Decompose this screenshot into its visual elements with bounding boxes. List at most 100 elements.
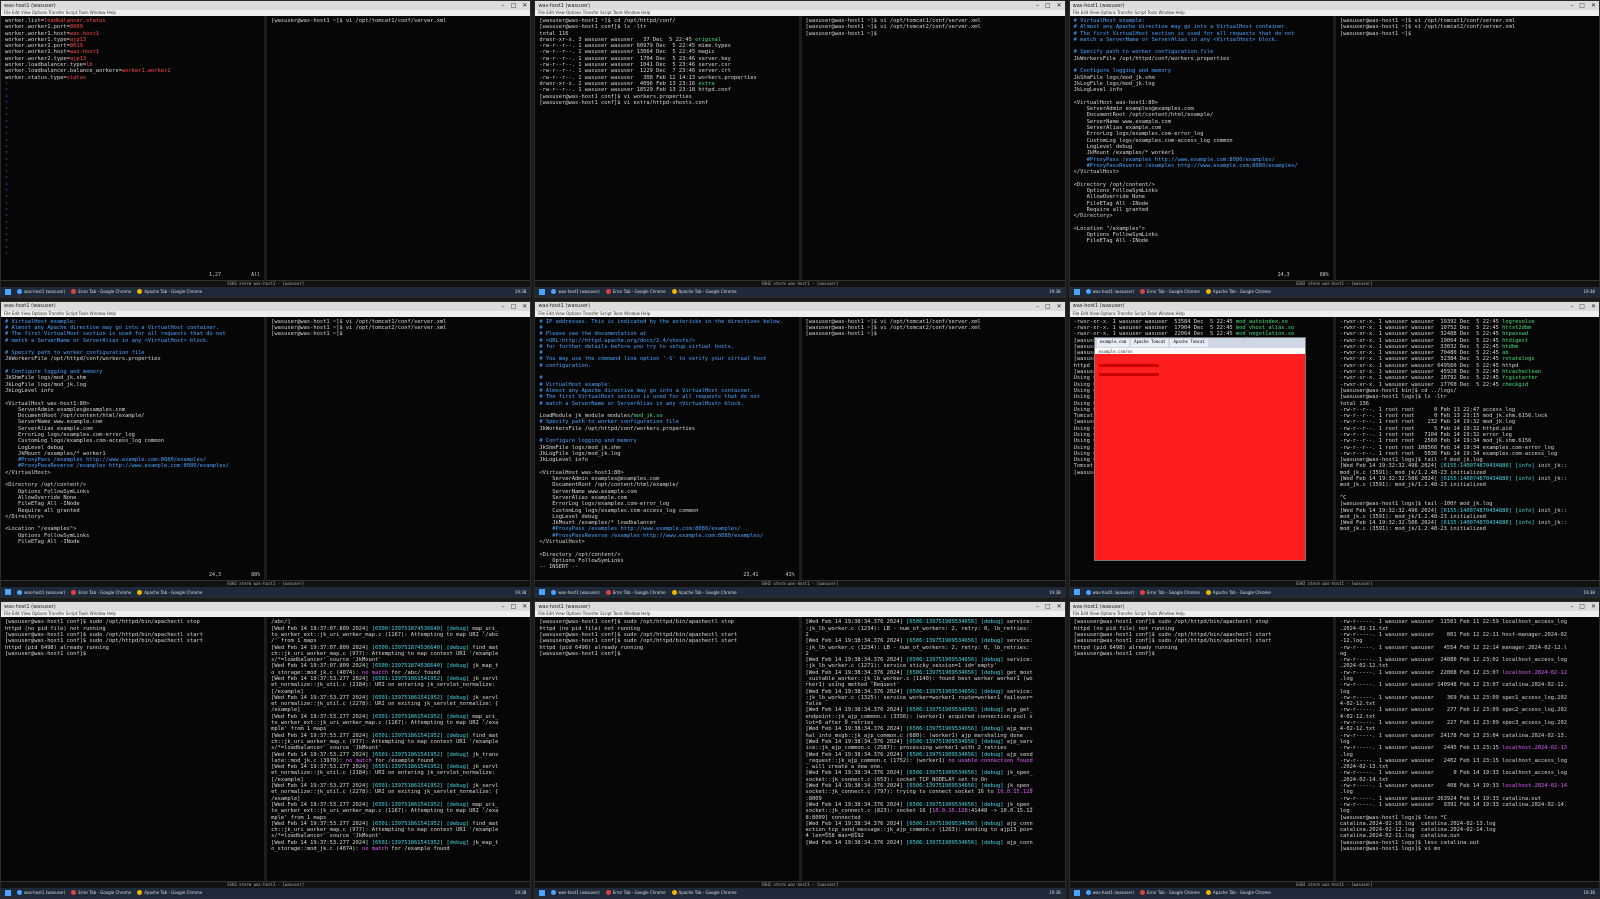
maximize-icon[interactable]: □	[1045, 603, 1051, 610]
minimize-icon[interactable]: –	[1036, 2, 1039, 9]
taskbar-item[interactable]: was-host1 (wasuser)	[551, 890, 600, 896]
terminal-pane[interactable]: # VirtualHost example: # Almost any Apac…	[1069, 16, 1333, 280]
start-icon[interactable]	[1073, 889, 1080, 896]
terminal-pane[interactable]: # VirtualHost example: # Almost any Apac…	[1, 316, 265, 581]
minimize-icon[interactable]: –	[502, 603, 505, 610]
browser-tab[interactable]: Apache Tomcat	[1170, 338, 1208, 347]
window-titlebar[interactable]: was-host1 (wasuser) – □ ✕	[1, 1, 531, 10]
start-icon[interactable]	[5, 589, 11, 596]
terminal-pane[interactable]: -rw-r-----. 1 wasuser wasuser 11501 Feb …	[1335, 617, 1599, 881]
terminal-window[interactable]: was-host1 (wasuser) – □ ✕ File Edit View Opt…	[534, 300, 1066, 599]
taskbar-item[interactable]: was-host1 (wasuser)	[551, 589, 600, 595]
taskbar-item[interactable]: Error Tab - Google Chrome	[71, 589, 131, 595]
close-icon[interactable]: ✕	[1591, 303, 1596, 310]
maximize-icon[interactable]: □	[511, 303, 517, 310]
close-icon[interactable]: ✕	[522, 303, 527, 310]
browser-page-content[interactable]	[1094, 353, 1305, 560]
start-icon[interactable]	[539, 288, 546, 295]
taskbar-item[interactable]: Apache Tab - Google Chrome	[1205, 890, 1271, 896]
taskbar-item[interactable]: Error Tab - Google Chrome	[1140, 289, 1200, 295]
taskbar-item[interactable]: was-host1 (wasuser)	[1085, 890, 1134, 896]
taskbar-item[interactable]: was-host1 (wasuser)	[551, 289, 600, 295]
terminal-window[interactable]: was-host1 (wasuser) – □ ✕ File Edit View Opt…	[0, 300, 532, 599]
taskbar-item[interactable]: Error Tab - Google Chrome	[71, 890, 131, 896]
taskbar-item[interactable]: Error Tab - Google Chrome	[605, 890, 666, 896]
terminal-window[interactable]: was-host1 (wasuser) – □ ✕ File Edit View Opt…	[1068, 601, 1600, 899]
taskbar-item[interactable]: Apache Tab - Google Chrome	[671, 289, 737, 295]
terminal-window[interactable]: was-host1 (wasuser) – □ ✕ File Edit View Opt…	[0, 601, 532, 899]
browser-window[interactable]: example.com Apache Tomcat Apache Tomcat exa…	[1093, 336, 1306, 561]
window-controls[interactable]: – □ ✕	[502, 603, 528, 610]
taskbar-item[interactable]: Error Tab - Google Chrome	[605, 589, 666, 595]
terminal-pane[interactable]: [wasuser@was-host1 ~]$ vi /opt/tomcat1/c…	[801, 16, 1065, 280]
close-icon[interactable]: ✕	[1057, 303, 1062, 310]
terminal-pane[interactable]: [wasuser@was-host1 conf]$ sudo /opt/http…	[1, 617, 265, 881]
terminal-pane[interactable]: -rwxr-xr-x. 1 wasuser wasuser 53584 Dec …	[1069, 316, 1333, 581]
taskbar-item[interactable]: Apache Tab - Google Chrome	[137, 589, 202, 595]
browser-tab[interactable]: example.com	[1096, 338, 1130, 347]
terminal-pane[interactable]: worker.list=loadbalancer,status worker.w…	[1, 16, 265, 280]
start-icon[interactable]	[5, 889, 11, 896]
window-titlebar[interactable]: was-host1 (wasuser) – □ ✕	[1, 301, 531, 311]
terminal-pane[interactable]: [wasuser@was-host1 ~]$ vi /opt/tomcat1/c…	[801, 316, 1065, 581]
window-controls[interactable]: – □ ✕	[1570, 603, 1596, 610]
terminal-pane[interactable]: [wasuser@was-host1 ~]$ vi /opt/tomcat1/c…	[1335, 16, 1599, 280]
taskbar[interactable]: was-host1 (wasuser) Error Tab - Google Ch…	[1069, 887, 1599, 898]
window-controls[interactable]: – □ ✕	[1036, 303, 1062, 310]
close-icon[interactable]: ✕	[522, 2, 527, 9]
taskbar-item[interactable]: Error Tab - Google Chrome	[1140, 890, 1200, 896]
close-icon[interactable]: ✕	[1057, 603, 1062, 610]
window-controls[interactable]: – □ ✕	[502, 303, 528, 310]
close-icon[interactable]: ✕	[1057, 2, 1062, 9]
taskbar-item[interactable]: Error Tab - Google Chrome	[605, 289, 666, 295]
maximize-icon[interactable]: □	[1579, 2, 1585, 9]
taskbar-item[interactable]: was-host1 (wasuser)	[17, 890, 65, 896]
taskbar-item[interactable]: was-host1 (wasuser)	[1085, 589, 1134, 595]
terminal-window[interactable]: was-host1 (wasuser) – □ ✕ File Edit View Opt…	[534, 601, 1066, 899]
start-icon[interactable]	[1073, 288, 1080, 295]
window-titlebar[interactable]: was-host1 (wasuser) – □ ✕	[1, 602, 531, 612]
window-controls[interactable]: – □ ✕	[1036, 2, 1062, 9]
taskbar-item[interactable]: was-host1 (wasuser)	[1085, 289, 1134, 295]
terminal-pane[interactable]: # IP addresses. This is indicated by the…	[535, 316, 799, 581]
start-icon[interactable]	[5, 288, 11, 295]
minimize-icon[interactable]: –	[1570, 303, 1573, 310]
window-titlebar[interactable]: was-host1 (wasuser) – □ ✕	[1069, 602, 1599, 612]
close-icon[interactable]: ✕	[522, 603, 527, 610]
maximize-icon[interactable]: □	[1045, 303, 1051, 310]
close-icon[interactable]: ✕	[1591, 2, 1596, 9]
window-controls[interactable]: – □ ✕	[1036, 603, 1062, 610]
taskbar-item[interactable]: Apache Tab - Google Chrome	[1205, 589, 1271, 595]
minimize-icon[interactable]: –	[1036, 603, 1039, 610]
window-controls[interactable]: – □ ✕	[502, 2, 528, 9]
window-titlebar[interactable]: was-host1 (wasuser) – □ ✕	[1069, 1, 1599, 10]
taskbar-item[interactable]: Apache Tab - Google Chrome	[671, 589, 737, 595]
window-titlebar[interactable]: was-host1 (wasuser) – □ ✕	[535, 1, 1065, 10]
taskbar[interactable]: was-host1 (wasuser) Error Tab - Google Ch…	[1069, 587, 1599, 598]
terminal-window[interactable]: was-host1 (wasuser) – □ ✕ File Edit View Opt…	[1068, 300, 1600, 599]
minimize-icon[interactable]: –	[502, 303, 505, 310]
terminal-pane[interactable]: /abc/] [Wed Feb 14 19:37:07.809 2024] [6…	[267, 617, 531, 881]
taskbar[interactable]: was-host1 (wasuser) Error Tab - Google Ch…	[1, 887, 531, 898]
browser-tab[interactable]: Apache Tomcat	[1131, 338, 1169, 347]
terminal-pane[interactable]: -rwxr-xr-x. 1 wasuser wasuser 19392 Dec …	[1335, 316, 1599, 581]
close-icon[interactable]: ✕	[1591, 603, 1596, 610]
terminal-window[interactable]: was-host1 (wasuser) – □ ✕ File Edit View Opt…	[534, 0, 1066, 298]
taskbar-item[interactable]: Apache Tab - Google Chrome	[137, 890, 202, 896]
start-icon[interactable]	[1073, 589, 1080, 596]
terminal-pane[interactable]: [wasuser@was-host1 ~]$ vi /opt/tomcat1/c…	[267, 316, 531, 581]
taskbar-item[interactable]: Apache Tab - Google Chrome	[671, 890, 737, 896]
terminal-pane[interactable]: [Wed Feb 14 19:38:34.376 2024] [6506:139…	[801, 617, 1065, 881]
browser-tabs[interactable]: example.com Apache Tomcat Apache Tomcat	[1094, 337, 1305, 348]
maximize-icon[interactable]: □	[1579, 303, 1585, 310]
taskbar[interactable]: was-host1 (wasuser) Error Tab - Google Ch…	[1069, 286, 1599, 297]
taskbar-item[interactable]: Apache Tab - Google Chrome	[137, 289, 202, 295]
terminal-window[interactable]: was-host1 (wasuser) – □ ✕ File Edit View Opt…	[0, 0, 532, 298]
start-icon[interactable]	[539, 589, 546, 596]
taskbar-item[interactable]: Apache Tab - Google Chrome	[1205, 289, 1271, 295]
minimize-icon[interactable]: –	[1570, 2, 1573, 9]
window-controls[interactable]: – □ ✕	[1570, 2, 1596, 9]
taskbar[interactable]: was-host1 (wasuser) Error Tab - Google Ch…	[1, 286, 531, 297]
terminal-pane[interactable]: [wasuser@was-host1 ~]$ vi /opt/tomcat1/c…	[267, 16, 531, 280]
terminal-pane[interactable]: [wasuser@was-host1 conf]$ sudo /opt/http…	[1069, 617, 1333, 881]
